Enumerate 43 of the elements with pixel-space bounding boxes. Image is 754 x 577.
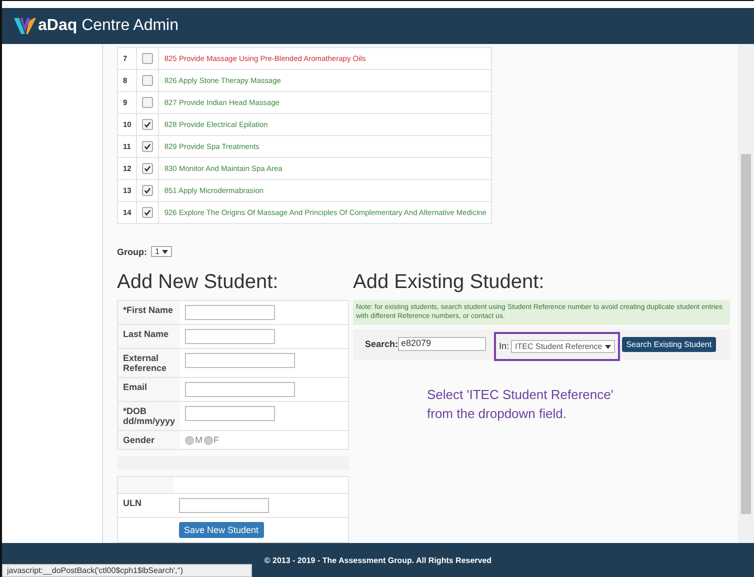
radio-label: F bbox=[214, 435, 220, 445]
logo-icon bbox=[14, 18, 36, 34]
field-label: ULN bbox=[123, 498, 142, 508]
input-field[interactable] bbox=[179, 498, 269, 513]
section-heading: Add Existing Student: bbox=[353, 271, 546, 294]
input-field[interactable] bbox=[185, 329, 276, 344]
unit-checkbox[interactable] bbox=[142, 141, 154, 152]
copyright-text: © 2013 - 2019 - The Assessment Group. All Rights Reserved bbox=[264, 556, 492, 564]
group-dropdown[interactable]: 1 bbox=[151, 246, 172, 257]
field-label: *DOB dd/mm/yyyy bbox=[123, 406, 176, 426]
unit-checkbox[interactable] bbox=[142, 53, 154, 64]
section-heading: Add New Student: bbox=[117, 271, 280, 294]
field-label: Last Name bbox=[123, 329, 169, 339]
annotation-text: Select 'ITEC Student Reference' from the dropdown field. bbox=[427, 386, 614, 423]
unit-checkbox[interactable] bbox=[142, 163, 154, 174]
search-label: Search: bbox=[365, 339, 398, 350]
input-field[interactable] bbox=[185, 406, 276, 421]
unit-checkbox[interactable] bbox=[142, 207, 154, 218]
radio-button[interactable] bbox=[185, 436, 194, 444]
app-title: aDaq Centre Admin bbox=[38, 17, 179, 35]
unit-checkbox[interactable] bbox=[142, 119, 154, 130]
group-label: Group: bbox=[117, 246, 147, 256]
unit-checkbox[interactable] bbox=[142, 97, 154, 108]
input-field[interactable] bbox=[185, 382, 296, 397]
scrollbar[interactable] bbox=[738, 44, 754, 543]
search-button[interactable]: Search Existing Student bbox=[622, 336, 716, 352]
search-field[interactable]: e82079 bbox=[398, 337, 486, 352]
field-label: External Reference bbox=[123, 353, 167, 373]
input-field[interactable] bbox=[185, 305, 276, 320]
status-url: javascript:__doPostBack('ctl00$cph1$lbSearch','') bbox=[2, 564, 252, 577]
radio-label: M bbox=[195, 435, 203, 445]
unit-checkbox[interactable] bbox=[142, 75, 154, 86]
unit-checkbox[interactable] bbox=[142, 185, 154, 196]
radio-button[interactable] bbox=[204, 436, 213, 444]
input-field[interactable] bbox=[185, 353, 296, 368]
in-label: In: bbox=[499, 341, 510, 352]
save-button[interactable]: Save New Student bbox=[179, 522, 264, 538]
field-label: Email bbox=[123, 382, 148, 392]
caret-icon bbox=[605, 342, 612, 350]
field-label: Gender bbox=[123, 435, 155, 445]
search-type-dropdown[interactable]: ITEC Student Reference bbox=[511, 340, 616, 353]
caret-icon bbox=[162, 247, 168, 255]
field-label: *First Name bbox=[123, 305, 174, 315]
